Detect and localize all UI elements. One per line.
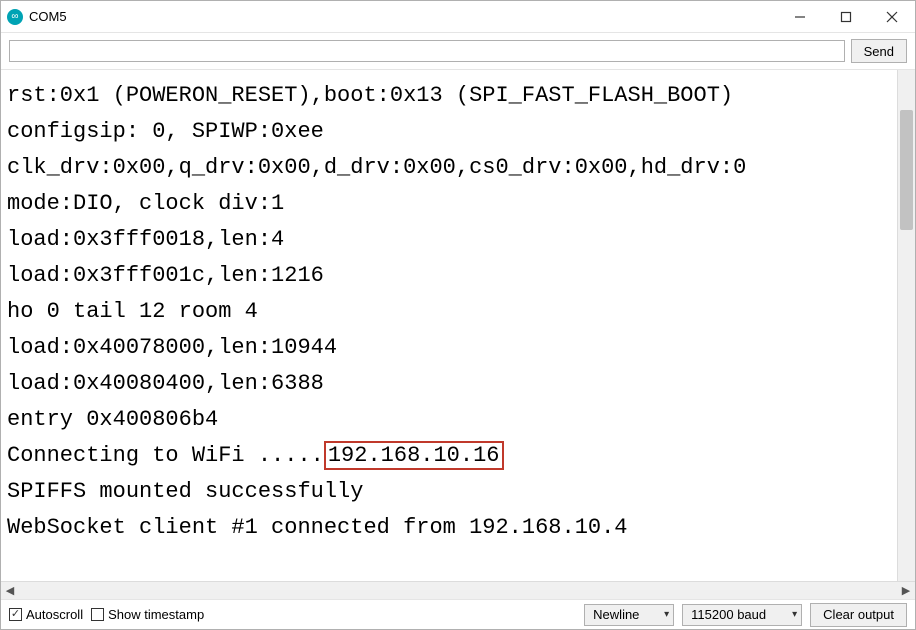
console-line: rst:0x1 (POWERON_RESET),boot:0x13 (SPI_F…: [7, 78, 909, 114]
ip-highlight: 192.168.10.16: [324, 441, 504, 470]
window-title: COM5: [29, 9, 777, 24]
serial-monitor-window: COM5 Send rst:0x1 (POWERON_RESET),boot:0…: [0, 0, 916, 630]
minimize-button[interactable]: [777, 1, 823, 32]
console-line: WebSocket client #1 connected from 192.1…: [7, 510, 909, 546]
autoscroll-checkbox[interactable]: Autoscroll: [9, 607, 83, 622]
lineending-value: Newline: [593, 607, 639, 622]
console-line: SPIFFS mounted successfully: [7, 474, 909, 510]
console-line: mode:DIO, clock div:1: [7, 186, 909, 222]
autoscroll-label: Autoscroll: [26, 607, 83, 622]
console-area: rst:0x1 (POWERON_RESET),boot:0x13 (SPI_F…: [1, 70, 915, 599]
baud-select[interactable]: 115200 baud ▾: [682, 604, 802, 626]
close-button[interactable]: [869, 1, 915, 32]
console-line: clk_drv:0x00,q_drv:0x00,d_drv:0x00,cs0_d…: [7, 150, 909, 186]
horizontal-scrollbar[interactable]: ◀ ▶: [1, 581, 915, 599]
clear-output-button[interactable]: Clear output: [810, 603, 907, 627]
chevron-down-icon: ▾: [792, 609, 797, 620]
baud-value: 115200 baud: [691, 607, 766, 622]
vertical-scrollbar[interactable]: [897, 70, 915, 581]
maximize-button[interactable]: [823, 1, 869, 32]
lineending-select[interactable]: Newline ▾: [584, 604, 674, 626]
scrollbar-track[interactable]: [19, 582, 897, 599]
send-input[interactable]: [9, 40, 845, 62]
console-line: load:0x40080400,len:6388: [7, 366, 909, 402]
checkbox-icon: [9, 608, 22, 621]
send-row: Send: [1, 33, 915, 70]
timestamp-label: Show timestamp: [108, 607, 204, 622]
send-button[interactable]: Send: [851, 39, 907, 63]
chevron-down-icon: ▾: [664, 609, 669, 620]
console-text[interactable]: rst:0x1 (POWERON_RESET),boot:0x13 (SPI_F…: [1, 70, 915, 581]
console-line: Connecting to WiFi .....192.168.10.16: [7, 438, 909, 474]
checkbox-icon: [91, 608, 104, 621]
console-line: entry 0x400806b4: [7, 402, 909, 438]
console-line: load:0x3fff0018,len:4: [7, 222, 909, 258]
footer-bar: Autoscroll Show timestamp Newline ▾ 1152…: [1, 599, 915, 629]
window-buttons: [777, 1, 915, 32]
console-line: configsip: 0, SPIWP:0xee: [7, 114, 909, 150]
timestamp-checkbox[interactable]: Show timestamp: [91, 607, 204, 622]
arduino-icon: [7, 9, 23, 25]
console-line: ho 0 tail 12 room 4: [7, 294, 909, 330]
scroll-left-icon[interactable]: ◀: [1, 582, 19, 600]
console-line: load:0x3fff001c,len:1216: [7, 258, 909, 294]
scroll-right-icon[interactable]: ▶: [897, 582, 915, 600]
console-line: load:0x40078000,len:10944: [7, 330, 909, 366]
titlebar: COM5: [1, 1, 915, 33]
scrollbar-thumb[interactable]: [900, 110, 913, 230]
